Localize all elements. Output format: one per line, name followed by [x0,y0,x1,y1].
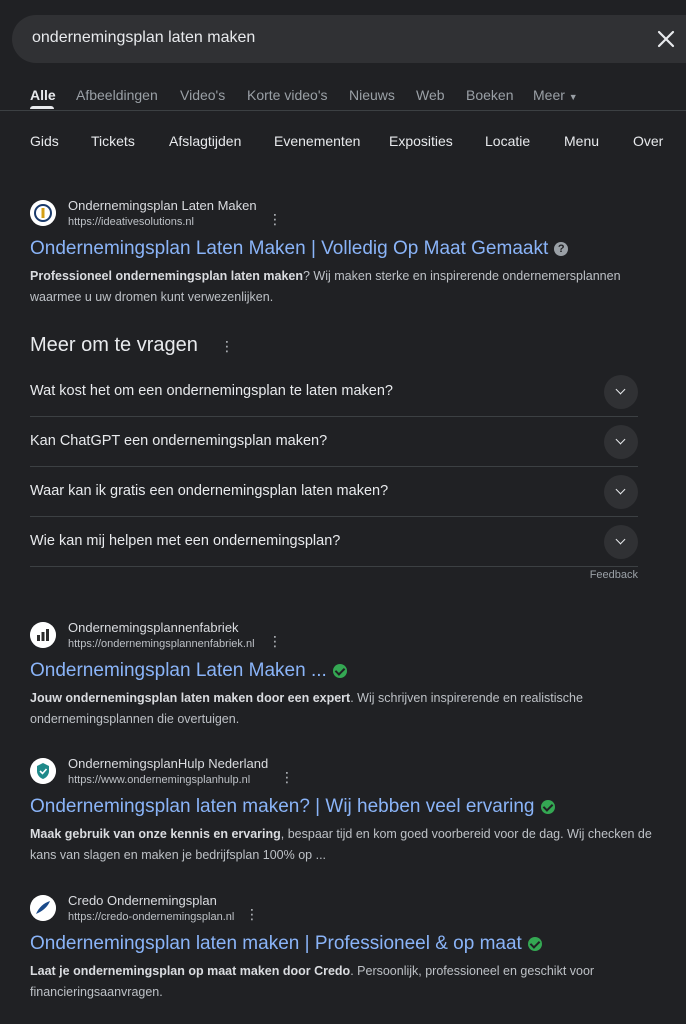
more-options-icon[interactable]: ⋮ [245,907,259,923]
paa-question-text: Wat kost het om een ondernemingsplan te … [30,383,393,399]
clear-icon[interactable] [654,27,678,51]
paa-question[interactable]: Wie kan mij helpen met een ondernemingsp… [30,517,638,567]
search-result: Credo Ondernemingsplan https://credo-ond… [30,893,660,1003]
people-also-ask: Meer om te vragen ⋮ Wat kost het om een … [30,334,638,585]
chip-evenementen[interactable]: Evenementen [274,133,360,149]
site-name: OndernemingsplanHulp Nederland [68,756,269,771]
tab-meer[interactable]: Meer ▼ [533,87,578,103]
paa-question[interactable]: Wat kost het om een ondernemingsplan te … [30,367,638,417]
result-source[interactable]: Ondernemingsplan Laten Maken https://ide… [30,198,660,230]
site-name: Credo Ondernemingsplan [68,893,217,908]
result-title: Ondernemingsplan Laten Maken ... [30,660,327,681]
result-snippet: Laat je ondernemingsplan op maat maken d… [30,961,660,1003]
tab-alle[interactable]: Alle [30,87,56,103]
result-snippet: Maak gebruik van onze kennis en ervaring… [30,824,660,866]
site-url: https://www.ondernemingsplanhulp.nl [68,774,251,786]
result-title-link[interactable]: Ondernemingsplan Laten Maken ... [30,660,660,682]
result-title: Ondernemingsplan laten maken? | Wij hebb… [30,796,535,817]
search-result: Ondernemingsplannenfabriek https://onder… [30,620,660,730]
chip-menu[interactable]: Menu [564,133,599,149]
tab-korte-videos[interactable]: Korte video's [247,87,328,103]
result-source[interactable]: Credo Ondernemingsplan https://credo-ond… [30,893,660,925]
result-title-link[interactable]: Ondernemingsplan laten maken? | Wij hebb… [30,796,660,818]
chip-over[interactable]: Over [633,133,663,149]
paa-question-text: Wie kan mij helpen met een ondernemingsp… [30,533,341,549]
search-tabs: Alle Afbeeldingen Video's Korte video's … [0,80,686,110]
tab-boeken[interactable]: Boeken [466,87,513,103]
tab-web[interactable]: Web [416,87,445,103]
paa-title: Meer om te vragen [30,334,198,356]
chip-afslagtijden[interactable]: Afslagtijden [169,133,241,149]
search-result: Ondernemingsplan Laten Maken https://ide… [30,198,660,308]
site-name: Ondernemingsplannenfabriek [68,620,239,635]
more-options-icon[interactable]: ⋮ [280,770,294,786]
site-url: https://ideativesolutions.nl [68,216,194,228]
result-source[interactable]: OndernemingsplanHulp Nederland https://w… [30,756,660,788]
snippet-bold: Laat je ondernemingsplan op maat maken d… [30,964,351,978]
shield-teal-icon [30,758,56,784]
tab-meer-label: Meer [533,87,565,103]
bar-chart-icon [30,622,56,648]
result-snippet: Professioneel ondernemingsplan laten mak… [30,266,660,308]
search-input[interactable]: ondernemingsplan laten maken [32,29,255,47]
chevron-down-icon[interactable] [604,525,638,559]
result-source[interactable]: Ondernemingsplannenfabriek https://onder… [30,620,660,652]
more-options-icon[interactable]: ⋮ [220,338,234,355]
help-icon[interactable]: ? [554,242,569,256]
tab-videos[interactable]: Video's [180,87,225,103]
shield-i-icon [30,200,56,226]
verified-icon [540,800,555,814]
result-title: Ondernemingsplan Laten Maken | Volledig … [30,238,549,259]
filter-chips: Gids Tickets Afslagtijden Evenementen Ex… [0,128,686,156]
active-tab-indicator [30,106,54,109]
chip-gids[interactable]: Gids [30,133,59,149]
search-bar[interactable]: ondernemingsplan laten maken [12,15,686,63]
more-options-icon[interactable]: ⋮ [268,634,282,650]
more-options-icon[interactable]: ⋮ [268,212,282,228]
snippet-bold: Jouw ondernemingsplan laten maken door e… [30,691,351,705]
result-title: Ondernemingsplan laten maken | Professio… [30,933,522,954]
chip-exposities[interactable]: Exposities [389,133,453,149]
caret-down-icon: ▼ [568,92,578,102]
chevron-down-icon[interactable] [604,375,638,409]
paa-question[interactable]: Waar kan ik gratis een ondernemingsplan … [30,467,638,517]
tab-nieuws[interactable]: Nieuws [349,87,395,103]
feedback-link[interactable]: Feedback [590,569,638,581]
feather-icon [30,895,56,921]
site-name: Ondernemingsplan Laten Maken [68,198,257,213]
paa-question-text: Waar kan ik gratis een ondernemingsplan … [30,483,389,499]
site-url: https://credo-ondernemingsplan.nl [68,911,235,923]
site-url: https://ondernemingsplannenfabriek.nl [68,638,255,650]
chevron-down-icon[interactable] [604,475,638,509]
tab-afbeeldingen[interactable]: Afbeeldingen [76,87,158,103]
result-title-link[interactable]: Ondernemingsplan Laten Maken | Volledig … [30,238,660,260]
chip-tickets[interactable]: Tickets [91,133,135,149]
result-title-link[interactable]: Ondernemingsplan laten maken | Professio… [30,933,660,955]
chevron-down-icon[interactable] [604,425,638,459]
search-result: OndernemingsplanHulp Nederland https://w… [30,756,660,866]
divider [0,110,686,111]
verified-icon [527,937,542,951]
paa-question[interactable]: Kan ChatGPT een ondernemingsplan maken? [30,417,638,467]
snippet-bold: Professioneel ondernemingsplan laten mak… [30,269,303,283]
chip-locatie[interactable]: Locatie [485,133,530,149]
paa-question-text: Kan ChatGPT een ondernemingsplan maken? [30,433,328,449]
verified-icon [332,664,347,678]
snippet-bold: Maak gebruik van onze kennis en ervaring [30,827,281,841]
result-snippet: Jouw ondernemingsplan laten maken door e… [30,688,660,730]
